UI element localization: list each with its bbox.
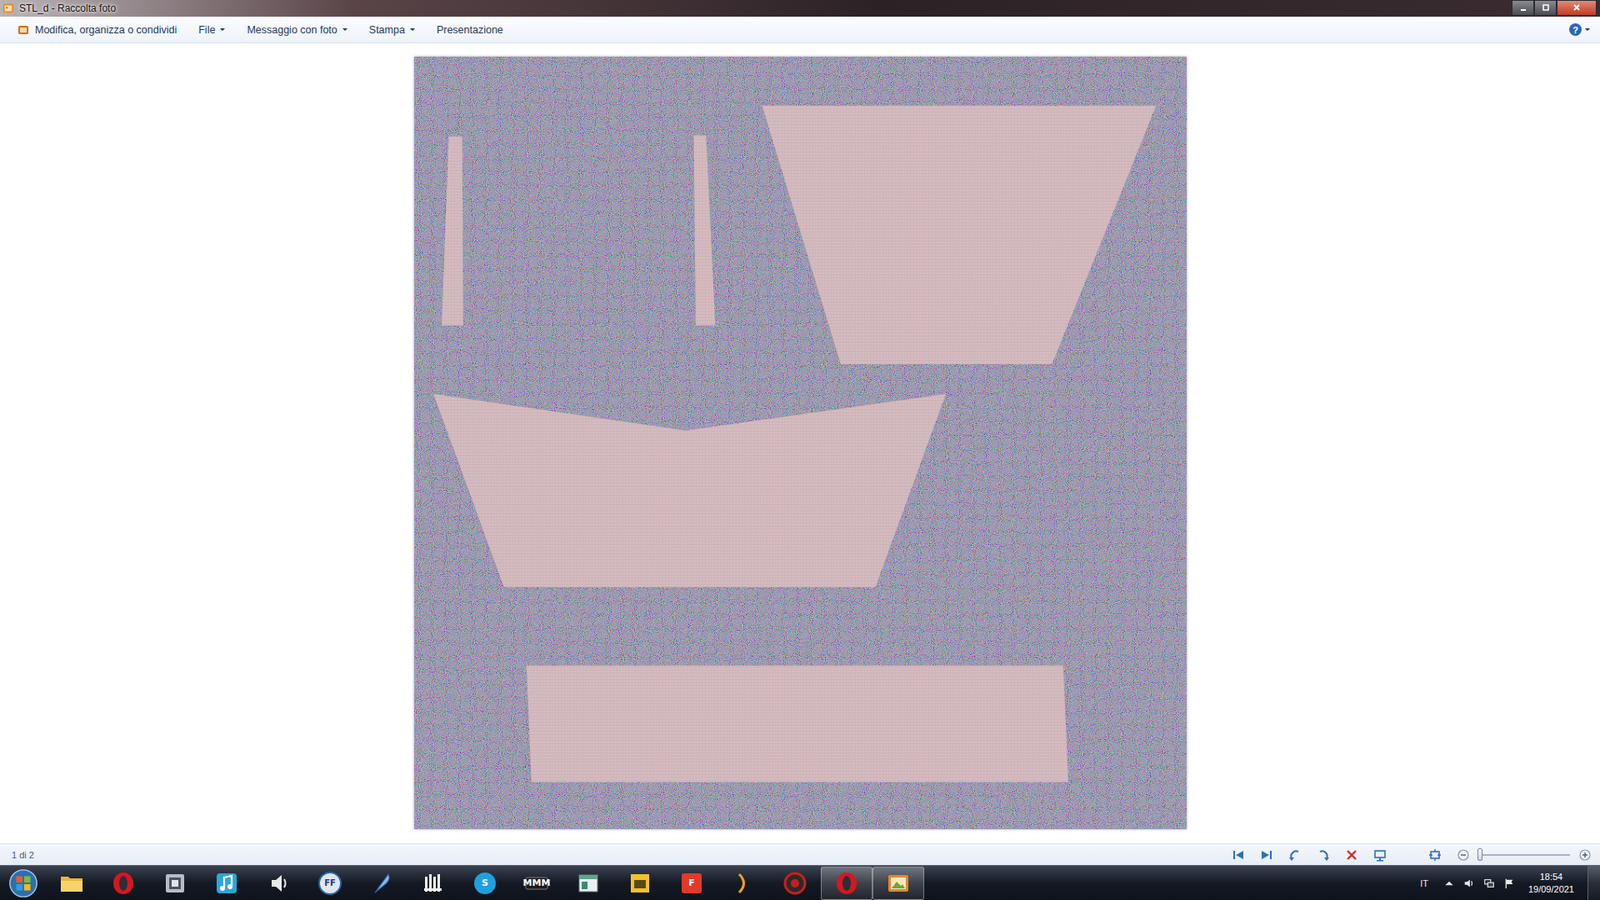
command-bar: Modifica, organizza o condividi File Mes… [0, 16, 1600, 44]
previous-icon[interactable] [1231, 848, 1245, 862]
clock[interactable]: 18:54 19/09/2021 [1523, 870, 1580, 896]
gear-icon [781, 870, 809, 897]
yellow-icon [626, 870, 654, 897]
foxit-icon: F [678, 870, 705, 897]
rotate-right-icon[interactable] [1316, 848, 1330, 862]
taskbar-button[interactable] [45, 866, 98, 900]
feather-icon [368, 870, 395, 897]
title-bar[interactable]: STL_d - Raccolta foto [0, 0, 1600, 17]
organize-icon [16, 23, 30, 37]
zoom-out-icon[interactable] [1456, 848, 1470, 862]
rotate-left-icon[interactable] [1288, 848, 1302, 862]
taskbar-button[interactable] [252, 866, 305, 900]
opera-icon [833, 870, 860, 897]
dropdown-arrow-icon [410, 28, 415, 31]
window-title: STL_d - Raccolta foto [19, 2, 116, 15]
media-icon [161, 870, 189, 897]
speaker-icon [265, 870, 292, 897]
fit-window-icon[interactable] [1428, 848, 1442, 862]
dropdown-arrow-icon [342, 28, 348, 31]
taskbar-button[interactable]: F [665, 866, 718, 900]
system-tray: IT 18:54 19/09/2021 [1420, 865, 1600, 900]
folder-icon [58, 870, 85, 897]
arrow-icon [730, 870, 757, 897]
close-icon [1572, 3, 1581, 12]
volume-icon[interactable] [1463, 877, 1475, 890]
photo-position: 1 di 2 [11, 850, 35, 860]
bars-icon [420, 870, 447, 897]
taskbar-button[interactable] [769, 866, 821, 900]
delete-icon[interactable] [1345, 848, 1359, 862]
photo-viewer [0, 43, 1600, 844]
taskbar-button[interactable] [355, 866, 408, 900]
taskbar-button[interactable]: S [459, 866, 511, 900]
photo-gallery-icon [2, 2, 15, 15]
photo[interactable] [414, 56, 1187, 830]
start-button[interactable] [0, 865, 46, 900]
show-desktop-button[interactable] [1587, 865, 1600, 900]
taskbar: FF S MMM F IT 18:54 19/09/2021 [0, 865, 1600, 900]
menu-item[interactable]: Presentazione [436, 24, 504, 36]
taskbar-button[interactable] [149, 866, 201, 900]
menu-item[interactable]: Stampa [369, 24, 415, 36]
taskbar-button[interactable]: MMM [510, 866, 563, 900]
help-button[interactable]: ? [1569, 23, 1590, 36]
menu-item[interactable]: Modifica, organizza o condividi [16, 23, 177, 37]
menu-item[interactable]: File [198, 24, 225, 36]
viewer-toolbar [1231, 848, 1592, 862]
skype-icon: S [471, 870, 499, 897]
taskbar-button[interactable] [407, 866, 460, 900]
zoom-in-icon[interactable] [1578, 848, 1592, 862]
ff-icon: FF [316, 870, 344, 897]
taskbar-button[interactable] [97, 866, 150, 900]
minimize-icon [1519, 3, 1528, 12]
slideshow-icon[interactable] [1373, 848, 1387, 862]
close-button[interactable] [1556, 0, 1597, 16]
taskbar-button[interactable] [614, 866, 666, 900]
taskbar-button[interactable]: FF [304, 866, 356, 900]
taskbar-button[interactable] [872, 866, 925, 900]
minimize-button[interactable] [1511, 0, 1535, 16]
taskbar-button[interactable] [717, 866, 770, 900]
window-icon [575, 870, 602, 897]
maximize-icon [1541, 3, 1550, 12]
taskbar-button[interactable] [200, 866, 253, 900]
zoom-slider[interactable] [1478, 854, 1570, 856]
menu-item[interactable]: Messaggio con foto [246, 24, 347, 36]
taskbar-button[interactable] [820, 866, 873, 900]
maximize-button[interactable] [1534, 0, 1557, 16]
dropdown-arrow-icon [1585, 28, 1590, 31]
next-icon[interactable] [1260, 848, 1274, 862]
status-bar: 1 di 2 [0, 843, 1600, 865]
language-indicator[interactable]: IT [1420, 878, 1429, 889]
music-icon [213, 870, 240, 897]
desktop: STL_d - Raccolta foto Modifica, organizz… [0, 0, 1600, 900]
windows-start-icon [7, 867, 40, 900]
network-icon[interactable] [1483, 877, 1495, 890]
opera-icon [110, 870, 137, 897]
mmm-icon: MMM [523, 870, 550, 897]
action-center-flag-icon[interactable] [1503, 877, 1515, 890]
taskbar-button[interactable] [562, 866, 615, 900]
dropdown-arrow-icon [220, 28, 225, 31]
zoom-thumb[interactable] [1477, 848, 1483, 861]
show-hidden-icons-icon[interactable] [1443, 877, 1455, 890]
gallery-icon [885, 870, 912, 897]
